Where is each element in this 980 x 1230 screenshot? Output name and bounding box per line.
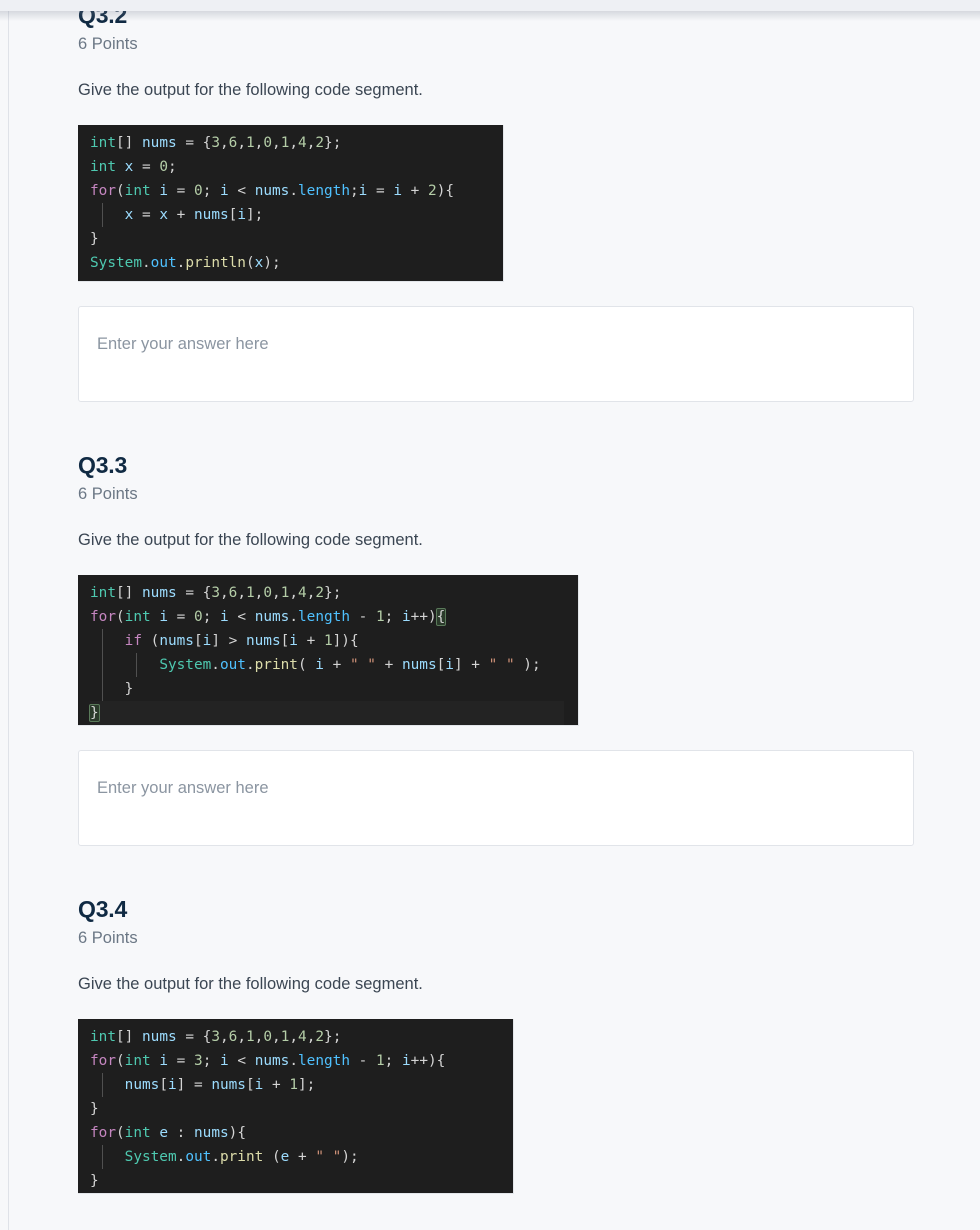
- assignment-page: Q3.2 6 Points Give the output for the fo…: [0, 11, 980, 1230]
- question-points: 6 Points: [78, 485, 138, 503]
- questions-container: Q3.2 6 Points Give the output for the fo…: [78, 11, 938, 1194]
- question-prompt: Give the output for the following code s…: [78, 531, 423, 549]
- matching-brace-close: }: [89, 704, 100, 722]
- code-line: System.out.print( i + " " + nums[i] + " …: [90, 653, 564, 677]
- code-line-active: }: [89, 701, 564, 725]
- question-title: Q3.3: [78, 452, 128, 478]
- code-block-q3-4: int[] nums = {3,6,1,0,1,4,2}; for(int i =…: [78, 1019, 514, 1194]
- question-q3-4: Q3.4 6 Points Give the output for the fo…: [78, 895, 938, 1194]
- answer-placeholder: Enter your answer here: [97, 779, 269, 797]
- question-points: 6 Points: [78, 929, 138, 947]
- question-q3-2: Q3.2 6 Points Give the output for the fo…: [78, 11, 938, 402]
- code-content: int[] nums = {3,6,1,0,1,4,2}; for(int i =…: [78, 581, 578, 725]
- question-title: Q3.2: [78, 11, 128, 28]
- code-block-q3-2: int[] nums = {3,6,1,0,1,4,2}; int x = 0; f…: [78, 125, 504, 282]
- code-line: int[] nums = {3,6,1,0,1,4,2};: [90, 585, 342, 601]
- question-title: Q3.4: [78, 896, 128, 922]
- answer-box-q3-2[interactable]: Enter your answer here: [78, 306, 914, 402]
- code-line: }: [90, 677, 564, 701]
- code-content: int[] nums = {3,6,1,0,1,4,2}; int x = 0; f…: [78, 131, 503, 275]
- code-line: for(int i = 0; i < nums.length;i = i + 2…: [90, 183, 455, 199]
- code-block-q3-3: int[] nums = {3,6,1,0,1,4,2}; for(int i =…: [78, 575, 579, 726]
- code-line: int[] nums = {3,6,1,0,1,4,2};: [90, 1029, 342, 1045]
- answer-placeholder: Enter your answer here: [97, 335, 269, 353]
- code-line: x = x + nums[i];: [90, 203, 489, 227]
- code-line: for(int e : nums){: [90, 1125, 246, 1141]
- code-line: int x = 0;: [90, 159, 177, 175]
- question-q3-3: Q3.3 6 Points Give the output for the fo…: [78, 451, 938, 846]
- code-line: }: [90, 231, 99, 247]
- code-line: System.out.println(x);: [90, 255, 281, 271]
- page-left-divider: [8, 11, 9, 1230]
- question-points: 6 Points: [78, 35, 138, 53]
- browser-top-chrome-strip: [0, 0, 980, 11]
- answer-box-q3-3[interactable]: Enter your answer here: [78, 750, 914, 846]
- question-prompt: Give the output for the following code s…: [78, 975, 423, 993]
- question-prompt: Give the output for the following code s…: [78, 81, 423, 99]
- code-content: int[] nums = {3,6,1,0,1,4,2}; for(int i =…: [78, 1025, 513, 1193]
- code-line: int[] nums = {3,6,1,0,1,4,2};: [90, 135, 342, 151]
- code-line: for(int i = 0; i < nums.length - 1; i++)…: [90, 608, 447, 626]
- code-line: }: [90, 1173, 99, 1189]
- code-line: if (nums[i] > nums[i + 1]){: [90, 629, 564, 653]
- code-line: }: [90, 1101, 99, 1117]
- code-line: nums[i] = nums[i + 1];: [90, 1073, 499, 1097]
- code-line: for(int i = 3; i < nums.length - 1; i++)…: [90, 1053, 446, 1069]
- code-line: System.out.print (e + " ");: [90, 1145, 499, 1169]
- matching-brace-open: {: [435, 608, 447, 626]
